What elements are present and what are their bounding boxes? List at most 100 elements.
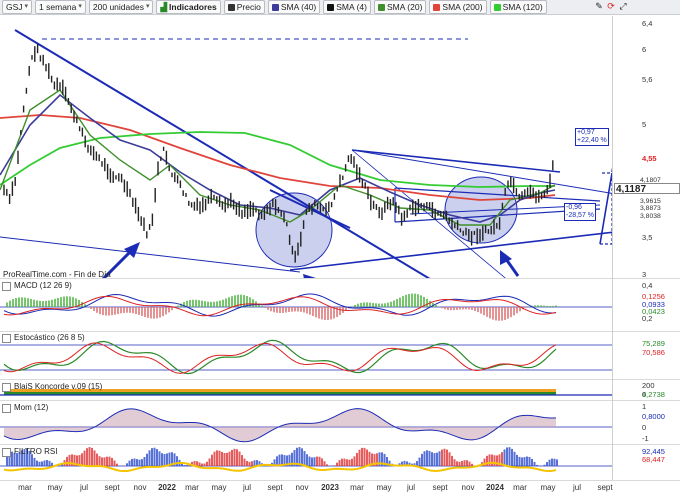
macd-histogram-bar [120,307,122,314]
rsi-bar [323,461,326,466]
macd-histogram-bar [471,307,473,311]
rsi-value-2: 68,447 [642,455,665,464]
macd-histogram-bar [297,307,299,312]
rsi-bar [438,451,441,466]
pane-label-koncorde[interactable]: BlaiS Koncorde v.09 (15) [2,382,102,392]
time-tick: sept [597,483,613,492]
pane-label-rsi[interactable]: FILTRO RSI [2,447,57,457]
rsi-bar [531,458,533,466]
rsi-bar [108,456,111,466]
macd-histogram-bar [282,307,284,313]
macd-histogram-bar [228,297,230,307]
rsi-bar [343,458,346,466]
rsi-bar [66,456,68,466]
rsi-bar [231,449,233,466]
rsi-bar [186,465,188,466]
rsi-bar [46,460,48,466]
rsi-bar [183,465,186,466]
macd-histogram-bar [243,295,245,307]
rsi-bar [98,456,101,466]
rsi-bar [221,451,223,466]
macd-histogram-bar [399,297,401,307]
rsi-bar [128,460,131,466]
rsi-bar [153,447,156,466]
macd-histogram-bar [6,302,8,307]
macd-histogram-bar [555,305,557,307]
pane-toggle-icon[interactable] [2,281,11,291]
macd-histogram-bar [465,307,467,310]
macd-histogram-bar [291,307,293,312]
macd-histogram-bar [279,307,281,313]
macd-histogram-bar [33,299,35,307]
macd-histogram-bar [99,307,101,315]
macd-histogram-bar [45,300,47,307]
rsi-bar [233,448,236,466]
stoch-value-k: 75,289 [642,339,665,348]
price-tick: 6 [642,45,647,54]
macd-histogram-bar [15,298,17,307]
time-tick: jul [406,483,416,492]
macd-histogram-bar [489,307,491,319]
time-tick: jul [572,483,582,492]
macd-histogram-bar [270,307,272,312]
stoch-value-d: 70,586 [642,348,665,357]
rsi-bar [38,461,41,466]
macd-histogram-bar [57,297,59,307]
macd-histogram-bar [360,302,362,307]
macd-histogram-bar [21,297,23,307]
macd-histogram-bar [504,307,506,320]
macd-histogram-bar [312,307,314,317]
macd-histogram-bar [552,305,554,307]
rsi-bar [161,453,163,466]
macd-histogram-bar [144,307,146,317]
rsi-bar [201,463,203,466]
koncorde-axis-top: 200 [642,381,655,390]
pane-label-stoch[interactable]: Estocástico (26 8 5) [2,333,85,343]
rsi-bar [536,464,538,466]
rsi-bar [126,463,128,466]
pane-label-mom[interactable]: Mom (12) [2,403,48,413]
macd-histogram-bar [207,301,209,307]
macd-histogram-bar [231,296,233,307]
chart-canvas[interactable] [0,0,680,494]
rsi-bar [543,464,546,466]
time-tick: jul [79,483,89,492]
macd-histogram-bar [93,307,95,312]
macd-histogram-bar [318,307,320,319]
macd-histogram-bar [540,305,542,307]
rsi-bar [556,459,558,466]
macd-histogram-bar [453,307,455,311]
rsi-bar [203,463,206,466]
rsi-bar [113,460,116,466]
price-tick: 5,6 [642,75,653,84]
macd-histogram-bar [36,300,38,307]
pane-title: Estocástico (26 8 5) [14,333,85,342]
rsi-bar [143,457,146,466]
pane-toggle-icon[interactable] [2,333,11,343]
rsi-bar [513,451,516,466]
pane-label-macd[interactable]: MACD (12 26 9) [2,281,72,291]
time-tick: sept [104,483,120,492]
time-tick: sept [432,483,448,492]
macd-histogram-bar [510,307,512,318]
macd-histogram-bar [408,293,410,307]
stoch-d-line [3,342,557,374]
rsi-bar [551,458,553,466]
macd-histogram-bar [459,307,461,310]
macd-histogram-bar [477,307,479,313]
rsi-bar [341,458,343,466]
rsi-bar [101,457,103,466]
macd-value-hist: 0,0423 [642,307,665,316]
pane-toggle-icon[interactable] [2,447,11,457]
macd-histogram-bar [132,307,134,314]
macd-histogram-bar [63,296,65,307]
pane-toggle-icon[interactable] [2,382,11,392]
macd-histogram-bar [126,307,128,313]
rsi-bar [436,452,438,466]
macd-histogram-bar [372,302,374,307]
macd-histogram-bar [219,300,221,307]
rsi-bar [208,458,211,466]
macd-histogram-bar [288,307,290,313]
mom-axis-top: 1 [642,402,647,411]
pane-toggle-icon[interactable] [2,403,11,413]
